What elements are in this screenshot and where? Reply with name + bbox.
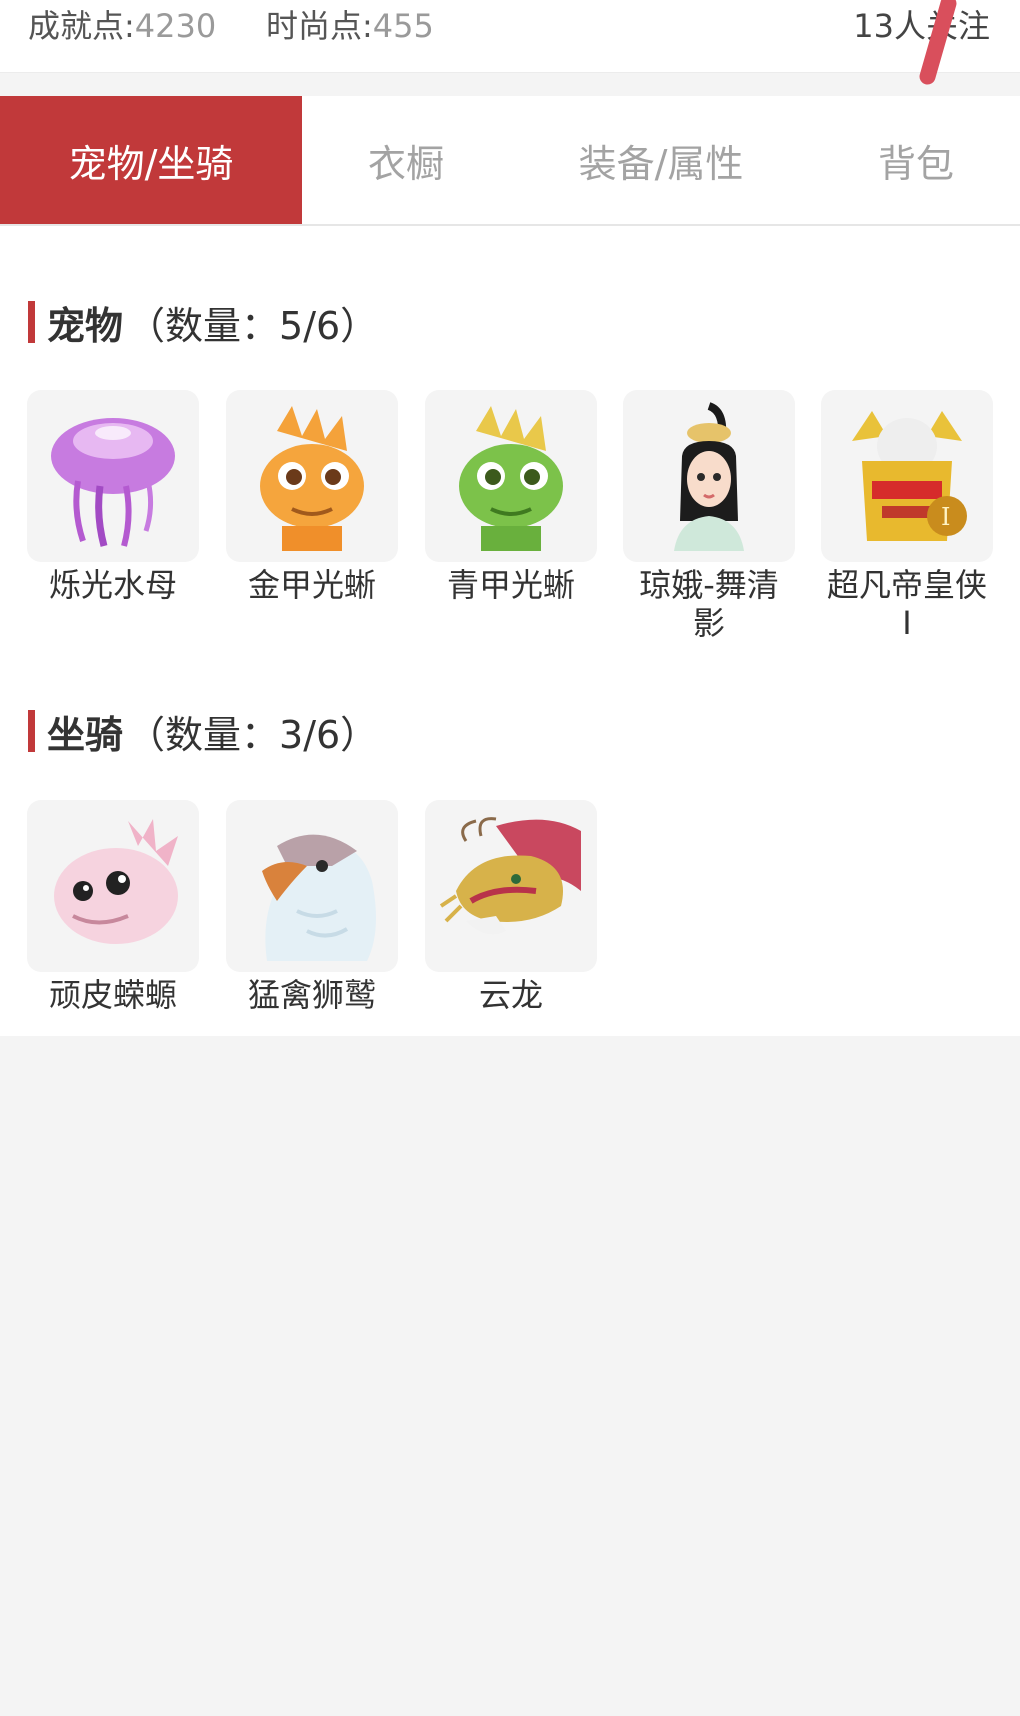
tab-bar: 宠物/坐骑 衣橱 装备/属性 背包 <box>0 96 1020 226</box>
jellyfish-icon <box>27 390 199 562</box>
gold-lizard-icon <box>226 390 398 562</box>
pet-item-green-lizard[interactable]: 青甲光蜥 <box>425 390 597 604</box>
pet-item-fairy-girl[interactable]: 琼娥-舞清影 <box>623 390 795 642</box>
svg-text:I: I <box>941 503 950 531</box>
pet-name: 琼娥-舞清影 <box>639 566 779 642</box>
pet-item-armored-hero[interactable]: I 超凡帝皇侠Ⅰ <box>821 390 993 642</box>
pet-name: 超凡帝皇侠Ⅰ <box>826 566 987 642</box>
tab-equipment[interactable]: 装备/属性 <box>510 96 812 224</box>
tab-pets-mounts[interactable]: 宠物/坐骑 <box>0 96 302 224</box>
achievement-value: 4230 <box>134 7 217 45</box>
empty-background <box>0 1036 1020 1716</box>
section-accent-bar <box>28 301 35 343</box>
mounts-count: （数量：3/6） <box>127 712 379 757</box>
pet-name: 烁光水母 <box>48 566 177 604</box>
achievement-label: 成就点: <box>28 7 135 45</box>
followers-count[interactable]: 13人关注 <box>853 6 990 46</box>
pet-name: 青甲光蜥 <box>446 566 575 604</box>
tab-wardrobe[interactable]: 衣橱 <box>302 96 510 224</box>
mount-item-cloud-dragon[interactable]: 云龙 <box>425 800 597 1014</box>
top-stats-bar: 成就点:4230 时尚点:455 13人关注 <box>0 0 1020 87</box>
mount-name: 顽皮蝾螈 <box>48 976 177 1014</box>
mounts-title: 坐骑 <box>47 712 124 757</box>
fashion-value: 455 <box>372 7 434 45</box>
mount-item-axolotl[interactable]: 顽皮蝾螈 <box>27 800 199 1014</box>
pet-item-gold-lizard[interactable]: 金甲光蜥 <box>226 390 398 604</box>
armored-hero-icon: I <box>821 390 993 562</box>
pets-count: （数量：5/6） <box>127 303 379 348</box>
fashion-label: 时尚点: <box>266 7 373 45</box>
pets-section-title: 宠物 （数量：5/6） <box>28 300 378 348</box>
mount-name: 猛禽狮鹫 <box>247 976 376 1014</box>
content-panel: 宠物 （数量：5/6） 烁光水母 金甲光蜥 青甲光蜥 琼娥-舞清影 I 超凡帝皇… <box>0 226 1020 1036</box>
griffin-icon <box>226 800 398 972</box>
cloud-dragon-icon <box>425 800 597 972</box>
mount-item-griffin[interactable]: 猛禽狮鹫 <box>226 800 398 1014</box>
tab-backpack[interactable]: 背包 <box>812 96 1020 224</box>
achievement-points: 成就点:4230 <box>28 6 216 46</box>
pets-title: 宠物 <box>47 303 124 348</box>
fashion-points: 时尚点:455 <box>266 6 434 46</box>
pet-item-jellyfish[interactable]: 烁光水母 <box>27 390 199 604</box>
green-lizard-icon <box>425 390 597 562</box>
section-accent-bar <box>28 710 35 752</box>
axolotl-icon <box>27 800 199 972</box>
fairy-girl-icon <box>623 390 795 562</box>
mounts-section-title: 坐骑 （数量：3/6） <box>28 709 378 757</box>
mount-name: 云龙 <box>478 976 543 1014</box>
pet-name: 金甲光蜥 <box>247 566 376 604</box>
